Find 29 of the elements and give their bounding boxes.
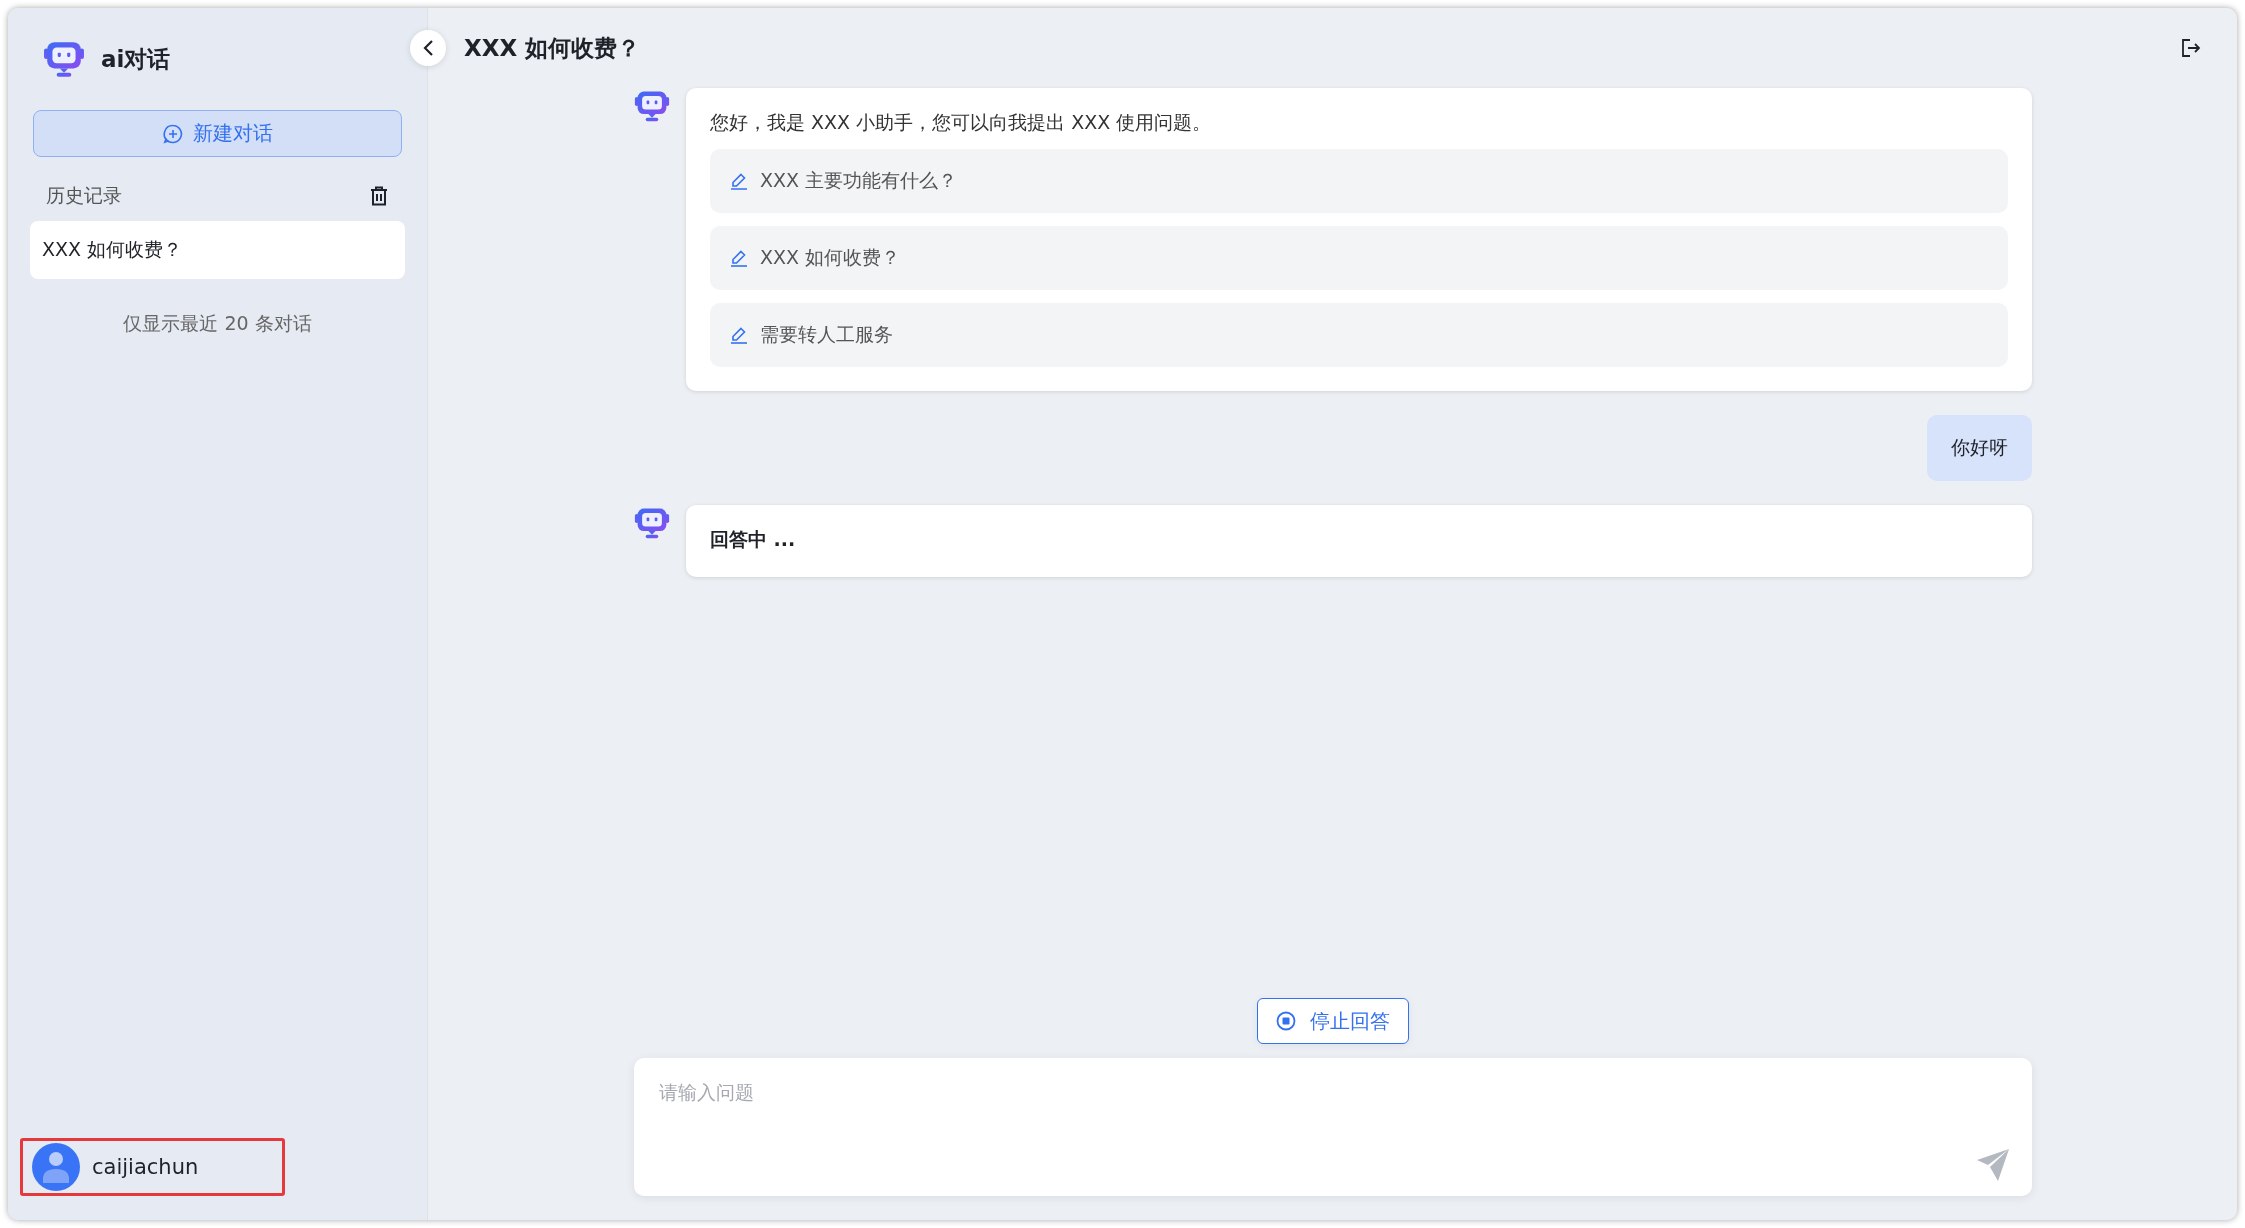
logout-icon[interactable]: [2181, 38, 2201, 58]
suggested-question[interactable]: 需要转人工服务: [710, 303, 2008, 367]
history-label: 历史记录: [46, 183, 122, 208]
avatar-icon: [32, 1143, 80, 1191]
question-input[interactable]: 请输入问题: [634, 1058, 2032, 1196]
stop-icon: [1276, 1011, 1296, 1031]
user-name: caijiachun: [92, 1155, 199, 1179]
app-title: ai对话: [101, 44, 171, 74]
trash-icon[interactable]: [370, 186, 388, 206]
history-note: 仅显示最近 20 条对话: [122, 311, 313, 336]
plus-chat-icon: [162, 123, 183, 144]
suggested-question-text: XXX 如何收费？: [760, 245, 901, 270]
suggested-question-text: XXX 主要功能有什么？: [760, 168, 958, 193]
bot-message-text: 回答中 ...: [710, 527, 797, 552]
paper-plane-icon: [1976, 1148, 2010, 1182]
suggested-question-text: 需要转人工服务: [760, 322, 893, 347]
collapse-button[interactable]: [410, 30, 446, 66]
stop-answer-button[interactable]: 停止回答: [1257, 998, 1409, 1044]
user-profile[interactable]: caijiachun: [20, 1138, 285, 1196]
pencil-icon: [730, 326, 748, 344]
chevron-left-icon: [422, 39, 434, 57]
user-message: 你好呀: [1927, 415, 2032, 481]
suggested-question[interactable]: XXX 如何收费？: [710, 226, 2008, 290]
pencil-icon: [730, 172, 748, 190]
bot-message-text: 您好，我是 XXX 小助手，您可以向我提出 XXX 使用问题。: [710, 110, 1213, 135]
chat-title: XXX 如何收费？: [464, 33, 641, 63]
suggested-question[interactable]: XXX 主要功能有什么？: [710, 149, 2008, 213]
pencil-icon: [730, 249, 748, 267]
history-item[interactable]: XXX 如何收费？: [30, 221, 405, 279]
